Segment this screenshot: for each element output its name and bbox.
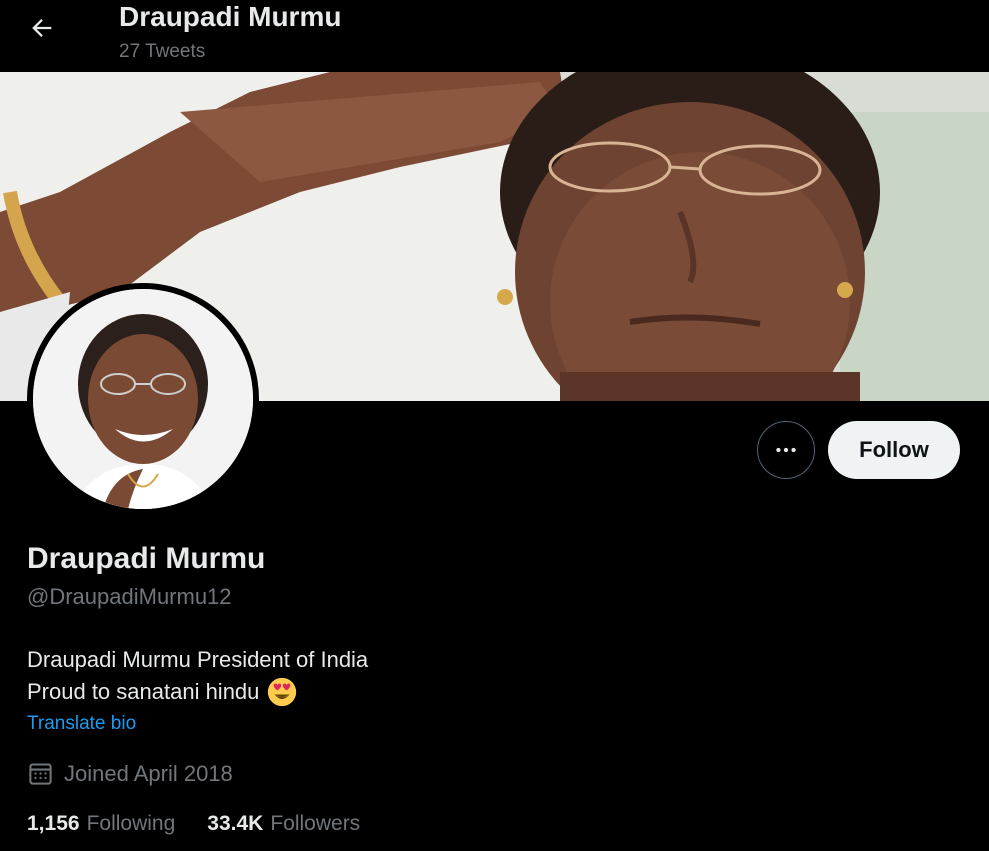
following-count: 1,156 xyxy=(27,812,80,835)
top-bar: Draupadi Murmu 27 Tweets xyxy=(0,0,989,72)
header-title: Draupadi Murmu xyxy=(119,1,342,32)
avatar-image xyxy=(33,289,253,509)
arrow-left-icon xyxy=(32,19,52,37)
follow-button[interactable]: Follow xyxy=(828,421,960,479)
profile-name: Draupadi Murmu xyxy=(27,542,266,575)
following-label: Following xyxy=(86,812,176,835)
bio-text: Draupadi Murmu President of India xyxy=(27,647,369,672)
followers-label: Followers xyxy=(270,812,361,835)
more-horizontal-icon xyxy=(776,447,796,453)
bio-line: Proud to sanatani hindu xyxy=(27,676,368,708)
translate-bio-link[interactable]: Translate bio xyxy=(27,713,136,735)
tweet-count: 27 Tweets xyxy=(119,41,206,62)
joined-date: Joined April 2018 xyxy=(27,760,233,787)
back-button[interactable] xyxy=(22,8,62,48)
followers-link[interactable]: 33.4K Followers xyxy=(207,812,360,836)
profile-bio: Draupadi Murmu President of India Proud … xyxy=(27,644,368,708)
following-link[interactable]: 1,156 Following xyxy=(27,812,175,836)
heart-eyes-emoji-icon xyxy=(268,677,297,707)
followers-count: 33.4K xyxy=(207,812,264,835)
calendar-icon xyxy=(29,763,52,785)
bio-text: Proud to sanatani hindu xyxy=(27,679,260,704)
more-button[interactable] xyxy=(757,421,815,479)
profile-handle: @DraupadiMurmu12 xyxy=(27,584,232,609)
avatar[interactable] xyxy=(27,283,259,515)
follow-stats: 1,156 Following 33.4K Followers xyxy=(27,812,392,836)
joined-text: Joined April 2018 xyxy=(64,760,233,786)
bio-line: Draupadi Murmu President of India xyxy=(27,644,368,676)
